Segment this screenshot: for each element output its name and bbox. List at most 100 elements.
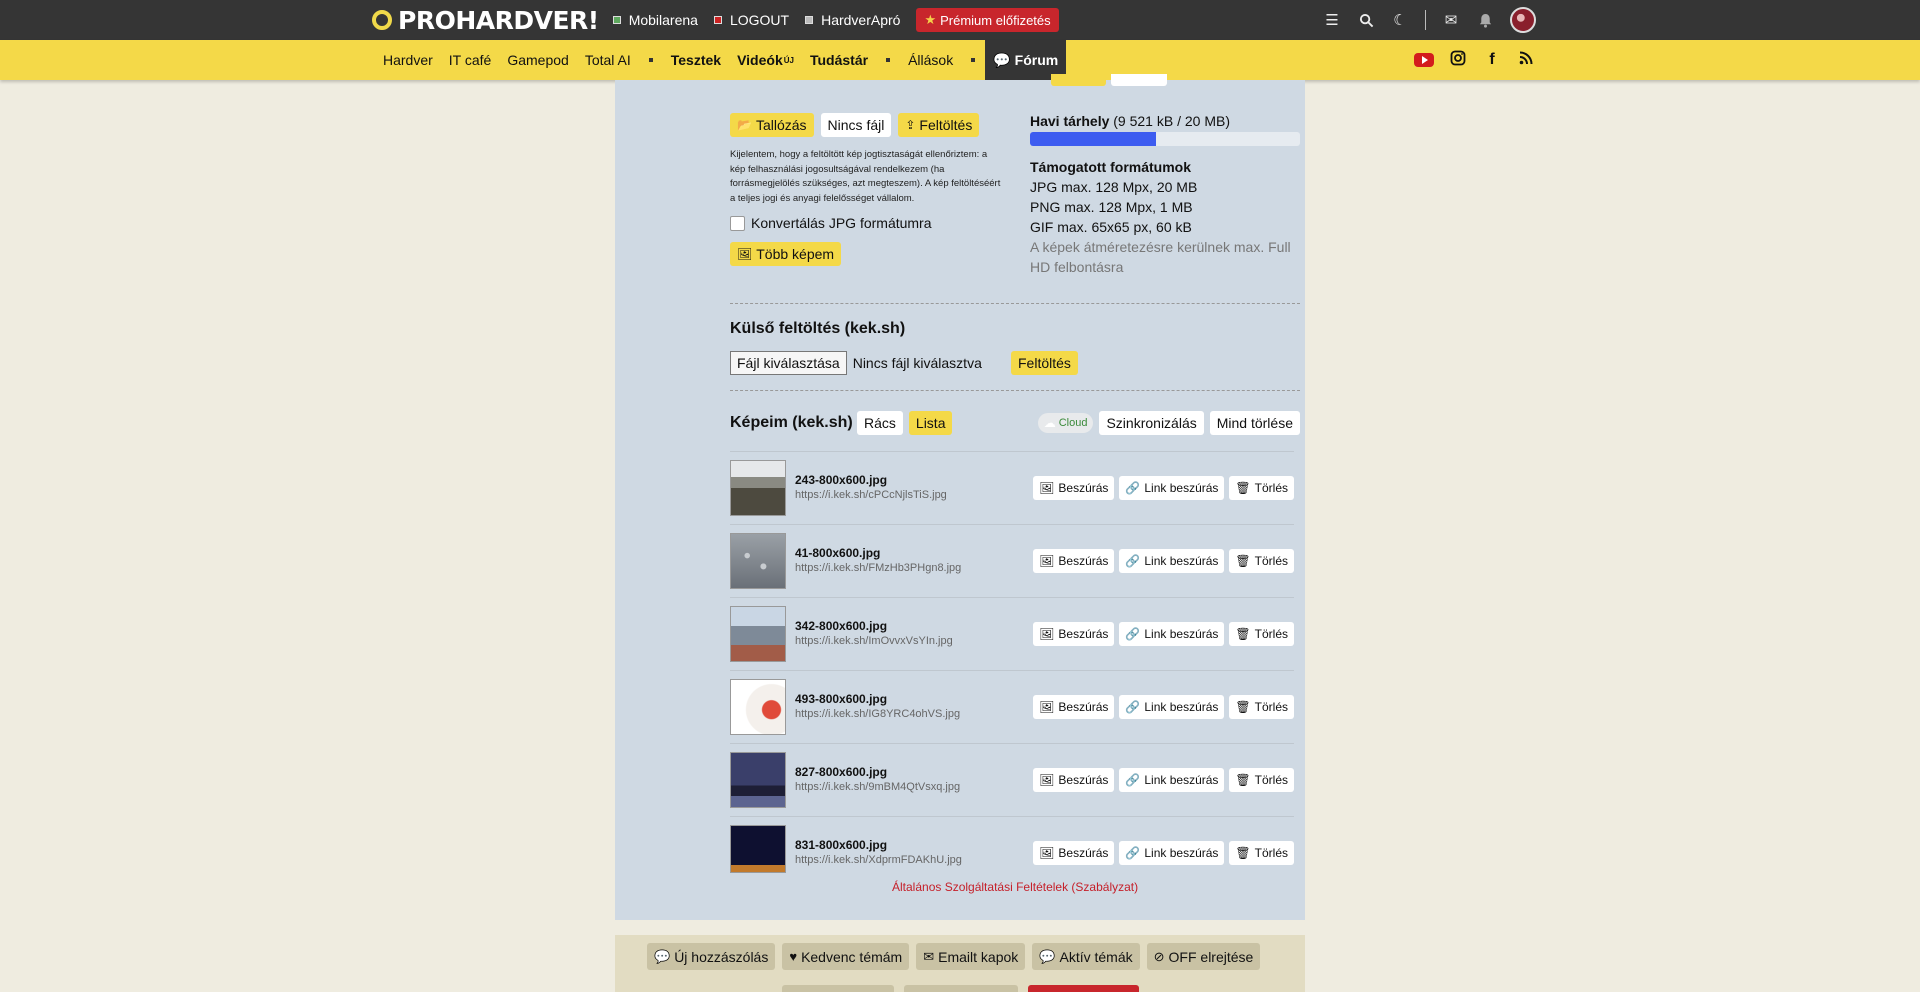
insert-button[interactable]: 🖼 Beszúrás: [1033, 768, 1115, 792]
partial-button[interactable]: [1051, 74, 1106, 86]
insert-button[interactable]: 🖼 Beszúrás: [1033, 549, 1115, 573]
cloud-badge: ☁ Cloud: [1037, 413, 1094, 433]
link-icon: 🔗: [1125, 627, 1141, 641]
delete-button[interactable]: 🗑 Törlés: [1229, 695, 1294, 719]
insert-button[interactable]: 🖼 Beszúrás: [1033, 841, 1115, 865]
search-icon[interactable]: [1357, 11, 1375, 29]
site-logo[interactable]: PROHARDVER!: [372, 6, 599, 35]
link-mobilarena[interactable]: Mobilarena: [612, 12, 698, 28]
list-item: 493-800x600.jpg https://i.kek.sh/IG8YRC4…: [730, 670, 1294, 743]
convert-jpg-option[interactable]: Konvertálás JPG formátumra: [730, 215, 932, 231]
image-thumbnail[interactable]: [730, 606, 786, 662]
list-view-button[interactable]: Lista: [908, 411, 953, 435]
favorite-topic-button[interactable]: ♥ Kedvenc témám: [782, 943, 910, 970]
image-thumbnail[interactable]: [730, 752, 786, 808]
facebook-icon[interactable]: f: [1482, 51, 1502, 69]
image-thumbnail[interactable]: [730, 825, 786, 873]
insert-button[interactable]: 🖼 Beszúrás: [1033, 622, 1115, 646]
email-notify-button[interactable]: ✉ Emailt kapok: [916, 943, 1026, 970]
file-status: Nincs fájl: [820, 113, 892, 137]
nav-it-cafe[interactable]: IT café: [441, 40, 500, 80]
hide-off-button[interactable]: ⊘ OFF elrejtése: [1146, 943, 1261, 970]
external-upload-button[interactable]: Feltöltés: [1011, 351, 1078, 375]
rss-icon[interactable]: [1516, 51, 1536, 70]
partial-button[interactable]: [782, 985, 894, 992]
image-icon: 🖼: [1039, 846, 1055, 860]
youtube-icon[interactable]: [1414, 53, 1434, 67]
image-name: 243-800x600.jpg: [795, 473, 888, 487]
image-name: 831-800x600.jpg: [795, 838, 888, 852]
image-icon: 🖼: [1039, 481, 1055, 495]
delete-button[interactable]: 🗑 Törlés: [1229, 622, 1294, 646]
browse-button[interactable]: 📂 Tallózás: [730, 113, 814, 137]
image-thumbnail[interactable]: [730, 679, 786, 735]
nav-gamepod[interactable]: Gamepod: [499, 40, 576, 80]
envelope-icon: ✉: [923, 948, 935, 964]
terms-link[interactable]: Általános Szolgáltatási Feltételek (Szab…: [892, 880, 1138, 894]
insert-link-button[interactable]: 🔗 Link beszúrás: [1119, 841, 1225, 865]
square-icon: [612, 16, 621, 24]
delete-button[interactable]: 🗑 Törlés: [1229, 841, 1294, 865]
image-thumbnail[interactable]: [730, 460, 786, 516]
insert-button[interactable]: 🖼 Beszúrás: [1033, 695, 1115, 719]
convert-checkbox[interactable]: [730, 215, 745, 231]
ban-icon: ⊘: [1153, 948, 1165, 964]
divider: [730, 303, 1300, 304]
grid-view-button[interactable]: Rács: [857, 411, 903, 435]
choose-file-button[interactable]: Fájl kiválasztása: [730, 351, 847, 375]
delete-button[interactable]: 🗑 Törlés: [1229, 549, 1294, 573]
quota-progress-fill: [1030, 132, 1156, 146]
upload-icon: ⇪: [905, 118, 916, 132]
partial-button[interactable]: [904, 985, 1018, 992]
avatar[interactable]: [1510, 7, 1536, 33]
insert-link-button[interactable]: 🔗 Link beszúrás: [1119, 476, 1225, 500]
insert-link-button[interactable]: 🔗 Link beszúrás: [1119, 549, 1225, 573]
nav-separator: [971, 58, 976, 62]
divider: [730, 390, 1300, 391]
delete-button[interactable]: 🗑 Törlés: [1229, 768, 1294, 792]
insert-link-button[interactable]: 🔗 Link beszúrás: [1119, 622, 1225, 646]
nav-tudastar[interactable]: Tudástár: [802, 40, 876, 80]
mail-icon[interactable]: ✉: [1442, 11, 1460, 29]
sync-button[interactable]: Szinkronizálás: [1099, 411, 1204, 435]
quota-title: Havi tárhely: [1030, 113, 1110, 129]
link-icon: 🔗: [1125, 846, 1141, 860]
active-topics-button[interactable]: 💬 Aktív témák: [1032, 943, 1140, 970]
nav-total-ai[interactable]: Total AI: [577, 40, 639, 80]
list-item: 41-800x600.jpg https://i.kek.sh/FMzHb3PH…: [730, 524, 1294, 597]
new-post-button[interactable]: 💬 Új hozzászólás: [647, 943, 776, 970]
premium-button[interactable]: ★ Prémium előfizetés: [916, 8, 1059, 32]
moon-icon[interactable]: ☾: [1391, 11, 1409, 29]
logo-ring-icon: [372, 10, 392, 30]
more-images-button[interactable]: 🖼 Több képem: [730, 242, 842, 266]
nav-videok[interactable]: Videók ÚJ: [729, 40, 802, 80]
image-url[interactable]: https://i.kek.sh/ImOvvxVsYIn.jpg: [795, 635, 953, 647]
insert-link-button[interactable]: 🔗 Link beszúrás: [1119, 768, 1225, 792]
link-icon: 🔗: [1125, 700, 1141, 714]
nav-hardver[interactable]: Hardver: [375, 40, 441, 80]
instagram-icon[interactable]: [1448, 50, 1468, 71]
upload-button[interactable]: ⇪ Feltöltés: [898, 113, 980, 137]
nav-allasok[interactable]: Állások: [900, 40, 961, 80]
insert-button[interactable]: 🖼 Beszúrás: [1033, 476, 1115, 500]
link-hardverapro[interactable]: HardverApró: [805, 12, 900, 28]
delete-all-button[interactable]: Mind törlése: [1209, 411, 1300, 435]
nav-tesztek[interactable]: Tesztek: [663, 40, 729, 80]
image-url[interactable]: https://i.kek.sh/XdprmFDAKhU.jpg: [795, 854, 962, 866]
image-url[interactable]: https://i.kek.sh/9mBM4QtVsxq.jpg: [795, 781, 960, 793]
image-url[interactable]: https://i.kek.sh/cPCcNjlsTiS.jpg: [795, 489, 947, 501]
image-url[interactable]: https://i.kek.sh/IG8YRC4ohVS.jpg: [795, 708, 960, 720]
partial-button[interactable]: [1111, 74, 1167, 86]
image-thumbnail[interactable]: [730, 533, 786, 589]
sliders-icon[interactable]: ☰: [1323, 11, 1341, 29]
delete-button[interactable]: 🗑 Törlés: [1229, 476, 1294, 500]
insert-link-button[interactable]: 🔗 Link beszúrás: [1119, 695, 1225, 719]
partial-button[interactable]: [1028, 985, 1139, 992]
cloud-icon: ☁: [1043, 416, 1056, 430]
formats-title: Támogatott formátumok: [1030, 159, 1191, 175]
image-list: 243-800x600.jpg https://i.kek.sh/cPCcNjl…: [730, 451, 1294, 876]
trash-icon: 🗑: [1235, 554, 1251, 568]
bell-icon[interactable]: [1476, 11, 1494, 29]
image-url[interactable]: https://i.kek.sh/FMzHb3PHgn8.jpg: [795, 562, 961, 574]
link-logout[interactable]: LOGOUT: [713, 12, 789, 28]
